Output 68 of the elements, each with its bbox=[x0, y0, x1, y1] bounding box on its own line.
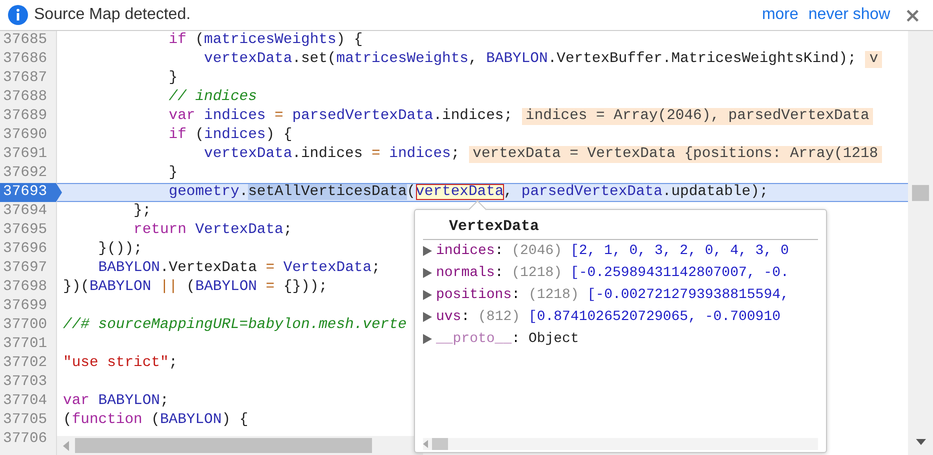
code-text: (function (BABYLON) { bbox=[63, 411, 248, 430]
property-entry[interactable]: normals: (1218) [-0.25989431142807007, -0. bbox=[436, 265, 789, 281]
line-number[interactable]: 37703 bbox=[0, 373, 56, 392]
property-entry[interactable]: positions: (1218) [-0.0027212793938815594, bbox=[436, 287, 789, 303]
line-number[interactable]: 37687 bbox=[0, 69, 56, 88]
code-text: //# sourceMappingURL=babylon.mesh.verte bbox=[63, 316, 407, 335]
line-number[interactable]: 37697 bbox=[0, 259, 56, 278]
property-entry[interactable]: indices: (2046) [2, 1, 0, 3, 2, 0, 4, 3, 0 bbox=[436, 243, 789, 259]
scrollbar-thumb[interactable] bbox=[75, 438, 372, 453]
line-number[interactable]: 37686 bbox=[0, 50, 56, 69]
expand-triangle-icon[interactable] bbox=[423, 290, 432, 300]
line-number[interactable]: 37695 bbox=[0, 221, 56, 240]
popover-title: VertexData bbox=[449, 218, 540, 235]
line-number[interactable]: 37691 bbox=[0, 145, 56, 164]
left-arrow-icon[interactable] bbox=[63, 440, 69, 450]
down-arrow-icon[interactable] bbox=[916, 439, 926, 445]
code-text: vertexData.indices = indices; bbox=[203, 145, 460, 164]
code-text: vertexData.set(matricesWeights, BABYLON.VertexBuffer.MatricesWeightsKind); bbox=[203, 50, 856, 69]
line-number[interactable]: 37692 bbox=[0, 164, 56, 183]
line-number[interactable]: 37699 bbox=[0, 297, 56, 316]
code-text: "use strict"; bbox=[63, 354, 178, 373]
line-number[interactable]: 37696 bbox=[0, 240, 56, 259]
code-text: if (matricesWeights) { bbox=[168, 31, 363, 50]
banner-link[interactable]: never show bbox=[808, 6, 890, 24]
expand-triangle-icon[interactable] bbox=[423, 268, 432, 278]
scrollbar-thumb[interactable] bbox=[432, 438, 448, 450]
line-number[interactable]: 37694 bbox=[0, 202, 56, 221]
line-number[interactable]: 37685 bbox=[0, 31, 56, 50]
line-number[interactable]: 37698 bbox=[0, 278, 56, 297]
expand-triangle-icon[interactable] bbox=[423, 334, 432, 344]
code-text: }; bbox=[132, 202, 152, 221]
line-number[interactable]: 37700 bbox=[0, 316, 56, 335]
property-entry[interactable]: __proto__: Object bbox=[436, 331, 579, 347]
scrollbar-thumb[interactable] bbox=[912, 185, 929, 201]
horizontal-scrollbar[interactable] bbox=[57, 436, 423, 455]
info-icon bbox=[8, 5, 28, 25]
line-number[interactable]: 37702 bbox=[0, 354, 56, 373]
line-number[interactable]: 37706 bbox=[0, 430, 56, 449]
line-number[interactable]: 37690 bbox=[0, 126, 56, 145]
left-arrow-icon[interactable] bbox=[423, 440, 428, 448]
code-text: })(BABYLON || (BABYLON = {})); bbox=[63, 278, 328, 297]
expand-triangle-icon[interactable] bbox=[423, 246, 432, 256]
property-entry[interactable]: uvs: (812) [0.8741026520729065, -0.700910 bbox=[436, 309, 780, 325]
line-number[interactable]: 37693 bbox=[0, 183, 62, 202]
code-text: return VertexData; bbox=[132, 221, 292, 240]
code-text: var indices = parsedVertexData.indices; bbox=[168, 107, 513, 126]
banner-message: Source Map detected. bbox=[34, 6, 192, 24]
code-text: }()); bbox=[97, 240, 142, 259]
banner-link[interactable]: more bbox=[762, 6, 798, 24]
code-text: // indices bbox=[168, 88, 257, 107]
line-number[interactable]: 37704 bbox=[0, 392, 56, 411]
code-text: } bbox=[168, 164, 178, 183]
code-text: } bbox=[168, 69, 178, 88]
line-number[interactable]: 37701 bbox=[0, 335, 56, 354]
code-text: geometry.setAllVerticesData(vertexData, parsedVertexData.updatable); bbox=[168, 183, 768, 202]
code-text: if (indices) { bbox=[168, 126, 292, 145]
horizontal-scrollbar[interactable] bbox=[423, 438, 818, 450]
close-button[interactable]: × bbox=[900, 5, 925, 25]
code-text: var BABYLON; bbox=[63, 392, 169, 411]
expand-triangle-icon[interactable] bbox=[423, 312, 432, 322]
line-number[interactable]: 37689 bbox=[0, 107, 56, 126]
inline-value: vertexData = VertexData {positions: Array(1218 bbox=[468, 146, 882, 163]
inline-value: indices = Array(2046), parsedVertexData bbox=[522, 108, 874, 125]
vertical-scrollbar[interactable] bbox=[908, 31, 933, 455]
line-number[interactable]: 37688 bbox=[0, 88, 56, 107]
code-text: BABYLON.VertexData = VertexData; bbox=[97, 259, 380, 278]
line-number[interactable]: 37705 bbox=[0, 411, 56, 430]
inline-value: v bbox=[865, 51, 882, 68]
